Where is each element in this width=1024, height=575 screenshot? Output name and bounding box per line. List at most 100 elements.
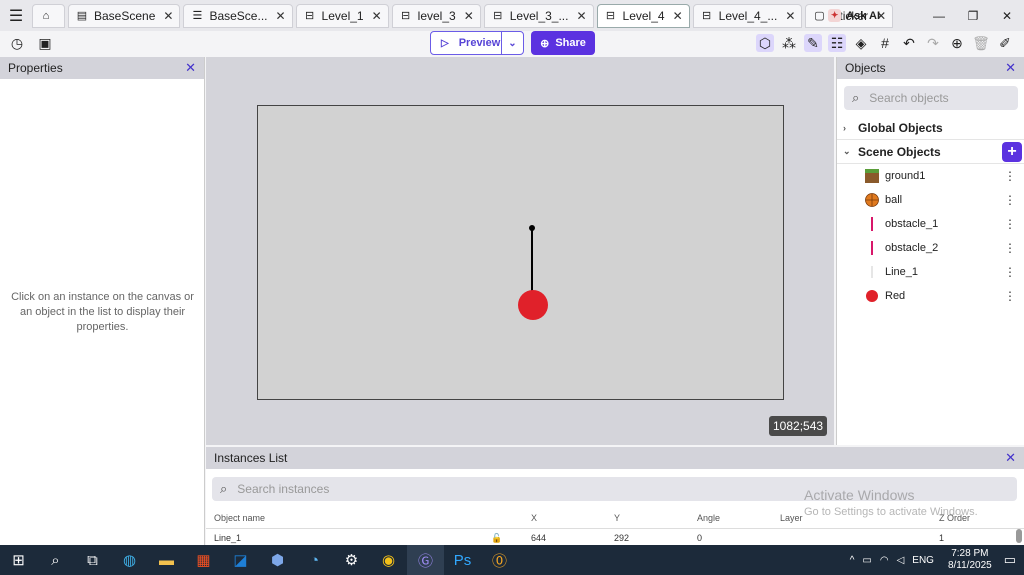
app-hexagon-icon[interactable]: ⬢ xyxy=(259,545,296,575)
close-icon[interactable]: ✕ xyxy=(185,60,196,76)
add-object-button[interactable]: + xyxy=(1002,142,1022,162)
cell-angle: 0 xyxy=(697,533,703,543)
gdevelop-icon[interactable]: Ⓖ xyxy=(407,545,444,575)
lock-icon[interactable]: 🔓 xyxy=(491,533,502,544)
tab-level-1[interactable]: ⊟ Level_1 ✕ xyxy=(295,3,389,28)
search-icon[interactable]: ⌕ xyxy=(37,545,74,575)
wifi-icon[interactable]: ◠ xyxy=(880,555,889,566)
battery-icon[interactable]: ▭ xyxy=(862,555,871,566)
scene-objects-group[interactable]: ⌄ Scene Objects + xyxy=(837,140,1024,164)
preview-button[interactable]: ▷ Preview ⌄ xyxy=(430,31,524,55)
chevron-down-icon[interactable]: ⌄ xyxy=(501,32,523,54)
app-orange-icon[interactable]: ⓪ xyxy=(481,545,518,575)
properties-list-icon[interactable]: ☷ xyxy=(828,34,846,52)
chevron-right-icon: › xyxy=(843,122,846,133)
start-icon[interactable]: ⊞ xyxy=(0,545,37,575)
task-view-icon[interactable]: ⧉ xyxy=(74,545,111,575)
delete-icon[interactable]: 🗑 xyxy=(972,34,990,52)
notifications-icon[interactable]: ▭ xyxy=(1004,552,1016,568)
objects-group-icon[interactable]: ⁂ xyxy=(780,34,798,52)
close-icon[interactable]: ✕ xyxy=(1005,450,1016,466)
ask-ai-button[interactable]: ✦ Ask AI xyxy=(828,9,880,22)
global-objects-group[interactable]: › Global Objects xyxy=(837,116,1024,140)
timer-icon[interactable]: ◔ xyxy=(296,545,333,575)
tab-level-4-ext[interactable]: ⊟ Level_4_... ✕ xyxy=(692,3,803,28)
scene-editor[interactable]: 1082;543 xyxy=(206,57,834,445)
history-icon[interactable]: ◷ xyxy=(8,34,26,52)
column-layer[interactable]: Layer xyxy=(780,513,803,523)
tab-basescene[interactable]: ▤ BaseScene ✕ xyxy=(68,3,181,28)
object-item-red[interactable]: Red ⋮ xyxy=(837,284,1024,308)
file-explorer-icon[interactable]: ▬ xyxy=(148,545,185,575)
column-y[interactable]: Y xyxy=(614,513,620,523)
edit-object-icon[interactable]: ✐ xyxy=(996,34,1014,52)
photoshop-icon[interactable]: Ps xyxy=(444,545,481,575)
object-item-obstacle-2[interactable]: obstacle_2 ⋮ xyxy=(837,236,1024,260)
column-object-name[interactable]: Object name xyxy=(214,513,265,523)
scene-canvas[interactable] xyxy=(257,105,784,400)
language-indicator[interactable]: ENG xyxy=(912,555,934,566)
toolbar: ◷ ▣ ▷ Preview ⌄ ⊕ Share ⬡ ⁂ ✎ ☷ ◈ # ↶ ↷ … xyxy=(0,31,1024,57)
search-objects-input[interactable]: ⌕ Search objects xyxy=(844,86,1018,110)
object-item-ground1[interactable]: ground1 ⋮ xyxy=(837,164,1024,188)
column-x[interactable]: X xyxy=(531,513,537,523)
tab-basescene-external[interactable]: ☰ BaseSce... ✕ xyxy=(183,3,293,28)
close-icon[interactable]: ✕ xyxy=(673,9,683,23)
edge-icon[interactable]: ◍ xyxy=(111,545,148,575)
hamburger-menu-icon[interactable]: ☰ xyxy=(0,0,32,31)
tab-level-3-ext[interactable]: ⊟ Level_3_... ✕ xyxy=(483,3,594,28)
more-options-icon[interactable]: ⋮ xyxy=(1004,289,1016,303)
grid-icon[interactable]: # xyxy=(876,34,894,52)
zoom-icon[interactable]: ⊕ xyxy=(948,34,966,52)
more-options-icon[interactable]: ⋮ xyxy=(1004,265,1016,279)
layers-icon[interactable]: ◈ xyxy=(852,34,870,52)
close-window-icon[interactable]: ✕ xyxy=(990,9,1024,23)
store-icon[interactable]: ▦ xyxy=(185,545,222,575)
tab-home[interactable]: ⌂ xyxy=(32,3,65,28)
table-row[interactable]: Line_1 🔓 644 292 0 1 xyxy=(206,529,1024,545)
tab-level-3[interactable]: ⊟ level_3 ✕ xyxy=(391,3,481,28)
share-button[interactable]: ⊕ Share xyxy=(531,31,595,55)
close-icon[interactable]: ✕ xyxy=(464,9,474,23)
close-icon[interactable]: ✕ xyxy=(372,9,382,23)
instances-panel: Instances List ✕ ⌕ Search instances Obje… xyxy=(206,447,1024,545)
chevron-up-icon[interactable]: ^ xyxy=(850,555,855,566)
close-icon[interactable]: ✕ xyxy=(275,9,285,23)
red-circle-instance[interactable] xyxy=(518,290,548,320)
save-icon[interactable]: ▣ xyxy=(36,34,54,52)
tab-label: Level_4 xyxy=(622,8,665,23)
object-name: ball xyxy=(885,194,903,206)
close-icon[interactable]: ✕ xyxy=(1005,60,1016,76)
obstacle-icon xyxy=(865,217,879,231)
preview-label: Preview xyxy=(458,37,501,49)
tab-bar: ☰ ⌂ ▤ BaseScene ✕ ☰ BaseSce... ✕ ⊟ Level_1 ✕ ⊟… xyxy=(0,0,1024,31)
more-options-icon[interactable]: ⋮ xyxy=(1004,169,1016,183)
scrollbar[interactable] xyxy=(1016,529,1022,543)
cube-icon[interactable]: ⬡ xyxy=(756,34,774,52)
chrome-icon[interactable]: ◉ xyxy=(370,545,407,575)
activate-windows-watermark: Activate Windows Go to Settings to activ… xyxy=(804,487,978,518)
tab-level-4[interactable]: ⊟ Level_4 ✕ xyxy=(596,3,690,28)
settings-icon[interactable]: ⚙ xyxy=(333,545,370,575)
object-item-ball[interactable]: ball ⋮ xyxy=(837,188,1024,212)
redo-icon[interactable]: ↷ xyxy=(924,34,942,52)
more-options-icon[interactable]: ⋮ xyxy=(1004,217,1016,231)
volume-icon[interactable]: ◁ xyxy=(897,555,905,566)
basketball-icon xyxy=(865,193,879,207)
more-options-icon[interactable]: ⋮ xyxy=(1004,193,1016,207)
minimize-icon[interactable]: — xyxy=(922,9,956,23)
outlook-icon[interactable]: ◪ xyxy=(222,545,259,575)
object-name: Line_1 xyxy=(885,266,919,278)
undo-icon[interactable]: ↶ xyxy=(900,34,918,52)
object-item-obstacle-1[interactable]: obstacle_1 ⋮ xyxy=(837,212,1024,236)
edit-icon[interactable]: ✎ xyxy=(804,34,822,52)
column-angle[interactable]: Angle xyxy=(697,513,720,523)
object-item-line-1[interactable]: Line_1 ⋮ xyxy=(837,260,1024,284)
watermark-title: Activate Windows xyxy=(804,487,915,503)
more-options-icon[interactable]: ⋮ xyxy=(1004,241,1016,255)
restore-icon[interactable]: ❐ xyxy=(956,9,990,23)
close-icon[interactable]: ✕ xyxy=(785,9,795,23)
close-icon[interactable]: ✕ xyxy=(163,9,173,23)
clock[interactable]: 7:28 PM 8/11/2025 xyxy=(948,548,992,572)
close-icon[interactable]: ✕ xyxy=(576,9,586,23)
